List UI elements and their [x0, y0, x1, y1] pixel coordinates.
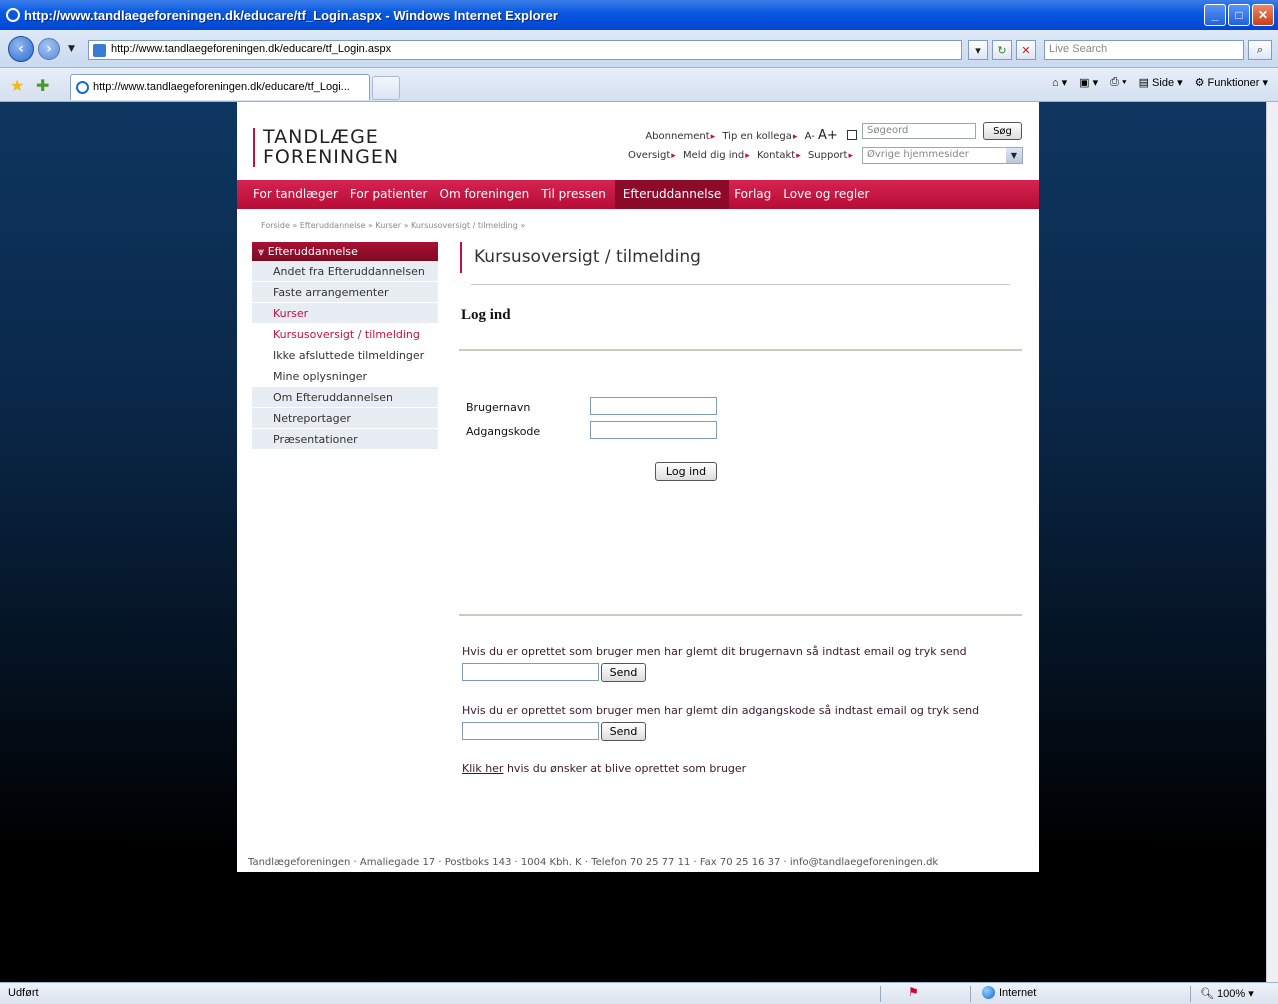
sidebar-item-mine-oplysninger[interactable]: Mine oplysninger	[252, 366, 438, 387]
register-line: Klik her hvis du ønsker at blive oprette…	[462, 762, 747, 775]
page-footer: Tandlægeforeningen · Amaliegade 17 · Pos…	[248, 857, 939, 868]
login-button[interactable]: Log ind	[655, 462, 717, 481]
sidebar-item-kursusoversigt[interactable]: Kursusoversigt / tilmelding	[252, 324, 438, 345]
register-link[interactable]: Klik her	[462, 762, 503, 775]
forgot-username-text: Hvis du er oprettet som bruger men har g…	[462, 645, 967, 658]
password-input[interactable]	[590, 421, 717, 439]
page-menu[interactable]: ▤ Side ▾	[1139, 76, 1183, 90]
password-label: Adgangskode	[466, 425, 541, 438]
minimize-button[interactable]: _	[1204, 4, 1226, 26]
other-sites-select[interactable]: Øvrige hjemmesider ▼	[862, 147, 1023, 164]
home-icon[interactable]: ⌂ ▾	[1052, 76, 1067, 89]
print-icon[interactable]: ⎙ ▾	[1110, 76, 1126, 89]
ie-tab-icon	[76, 81, 89, 94]
username-label: Brugernavn	[466, 401, 531, 414]
address-toolbar: ‹ › ▼ http://www.tandlaegeforeningen.dk/…	[0, 30, 1278, 68]
zoom-level[interactable]: 🔍︎ 100% ▾	[1200, 987, 1254, 1000]
divider	[459, 614, 1022, 616]
sidebar-item-faste-arrangementer[interactable]: Faste arrangementer	[252, 282, 438, 303]
page-icon	[93, 44, 106, 57]
sidebar-item-kurser[interactable]: Kurser	[252, 303, 438, 324]
command-bar: ⌂ ▾ ▣ ▾ ⎙ ▾ ▤ Side ▾ ⚙ Funktioner ▾	[1052, 76, 1268, 89]
link-tip-kollega[interactable]: Tip en kollega	[722, 131, 792, 142]
login-heading: Log ind	[461, 307, 511, 323]
add-favorite-icon[interactable]: ✚	[36, 76, 49, 95]
favorites-star-icon[interactable]: ★	[10, 76, 24, 95]
sidebar-item-andet[interactable]: Andet fra Efteruddannelsen	[252, 261, 438, 282]
status-bar: Udført ⚑ Internet 🔍︎ 100% ▾	[0, 982, 1278, 1004]
live-search-input[interactable]: Live Search	[1044, 40, 1244, 60]
main-nav: For tandlæger For patienter Om foreninge…	[237, 180, 1039, 209]
nav-til-pressen[interactable]: Til pressen	[536, 180, 613, 209]
top-links: Abonnement▸ Tip en kollega▸ A- A+ Oversi…	[597, 128, 857, 168]
vertical-scrollbar[interactable]	[1266, 102, 1278, 982]
main-content: Kursusoversigt / tilmelding Log ind Brug…	[459, 242, 1024, 775]
nav-efteruddannelse[interactable]: Efteruddannelse	[614, 180, 730, 209]
stop-icon[interactable]: ✕	[1016, 40, 1036, 60]
site-search-input[interactable]: Søgeord	[862, 123, 976, 139]
ie-icon	[6, 8, 20, 22]
link-oversigt[interactable]: Oversigt	[628, 150, 670, 161]
address-dropdown-icon[interactable]: ▾	[968, 40, 988, 60]
back-button[interactable]: ‹	[8, 36, 34, 62]
site-logo[interactable]: TANDLÆGE FORENINGEN	[253, 128, 399, 167]
page-viewport: TANDLÆGE FORENINGEN Abonnement▸ Tip en k…	[0, 102, 1266, 982]
font-smaller-button[interactable]: A-	[805, 131, 815, 142]
window-controls: _ □ ✕	[1204, 4, 1274, 26]
new-tab-button[interactable]	[372, 76, 400, 100]
search-icon[interactable]: ⌕	[1248, 40, 1272, 60]
nav-om-foreningen[interactable]: Om foreningen	[435, 180, 537, 209]
print-page-icon[interactable]	[847, 130, 857, 140]
site-search-button[interactable]: Søg	[983, 122, 1022, 140]
address-input[interactable]: http://www.tandlaegeforeningen.dk/educar…	[88, 40, 962, 60]
forgot-password-text: Hvis du er oprettet som bruger men har g…	[462, 704, 980, 717]
nav-love-og-regler[interactable]: Love og regler	[778, 180, 876, 209]
nav-forlag[interactable]: Forlag	[729, 180, 778, 209]
page-title: Kursusoversigt / tilmelding	[460, 242, 1024, 273]
chevron-down-icon: ⩔	[258, 245, 268, 258]
maximize-button[interactable]: □	[1228, 4, 1250, 26]
window-title: http://www.tandlaegeforeningen.dk/educar…	[24, 7, 558, 23]
feeds-icon[interactable]: ▣ ▾	[1079, 76, 1098, 89]
link-abonnement[interactable]: Abonnement	[645, 131, 709, 142]
send-password-button[interactable]: Send	[601, 722, 646, 741]
status-text: Udført	[8, 987, 39, 999]
browser-tab[interactable]: http://www.tandlaegeforeningen.dk/educar…	[70, 74, 370, 100]
nav-for-tandlaeger[interactable]: For tandlæger	[253, 180, 345, 209]
link-support[interactable]: Support	[808, 150, 848, 161]
sidebar-item-netreportager[interactable]: Netreportager	[252, 408, 438, 429]
window-titlebar: http://www.tandlaegeforeningen.dk/educar…	[0, 0, 1278, 30]
divider	[459, 349, 1022, 351]
title-divider	[471, 284, 1010, 285]
sidebar-heading[interactable]: ⩔ Efteruddannelse	[252, 242, 438, 261]
globe-icon	[982, 986, 995, 999]
username-input[interactable]	[590, 397, 717, 415]
refresh-icon[interactable]: ↻	[992, 40, 1012, 60]
sidebar-item-praesentationer[interactable]: Præsentationer	[252, 429, 438, 450]
link-kontakt[interactable]: Kontakt	[757, 150, 795, 161]
history-dropdown-icon[interactable]: ▼	[68, 44, 75, 54]
breadcrumb[interactable]: Forside » Efteruddannelse » Kurser » Kur…	[261, 221, 525, 230]
send-username-button[interactable]: Send	[601, 663, 646, 682]
link-meld-dig-ind[interactable]: Meld dig ind	[683, 150, 744, 161]
sidebar-item-om-efteruddannelsen[interactable]: Om Efteruddannelsen	[252, 387, 438, 408]
web-page: TANDLÆGE FORENINGEN Abonnement▸ Tip en k…	[237, 102, 1039, 872]
tab-toolbar: ★ ✚ http://www.tandlaegeforeningen.dk/ed…	[0, 68, 1278, 102]
forgot-password-email-input[interactable]	[462, 722, 599, 740]
sidebar-item-ikke-afsluttede[interactable]: Ikke afsluttede tilmeldinger	[252, 345, 438, 366]
forgot-username-email-input[interactable]	[462, 663, 599, 681]
security-zone[interactable]: Internet	[982, 986, 1036, 999]
font-larger-button[interactable]: A+	[818, 128, 838, 143]
nav-for-patienter[interactable]: For patienter	[345, 180, 435, 209]
forward-button[interactable]: ›	[38, 38, 60, 60]
close-button[interactable]: ✕	[1252, 4, 1274, 26]
chevron-down-icon: ▼	[1006, 148, 1022, 163]
tools-menu[interactable]: ⚙ Funktioner ▾	[1195, 76, 1268, 90]
protected-mode-icon[interactable]: ⚑	[908, 985, 919, 999]
sidebar: ⩔ Efteruddannelse Andet fra Efteruddanne…	[252, 242, 438, 450]
